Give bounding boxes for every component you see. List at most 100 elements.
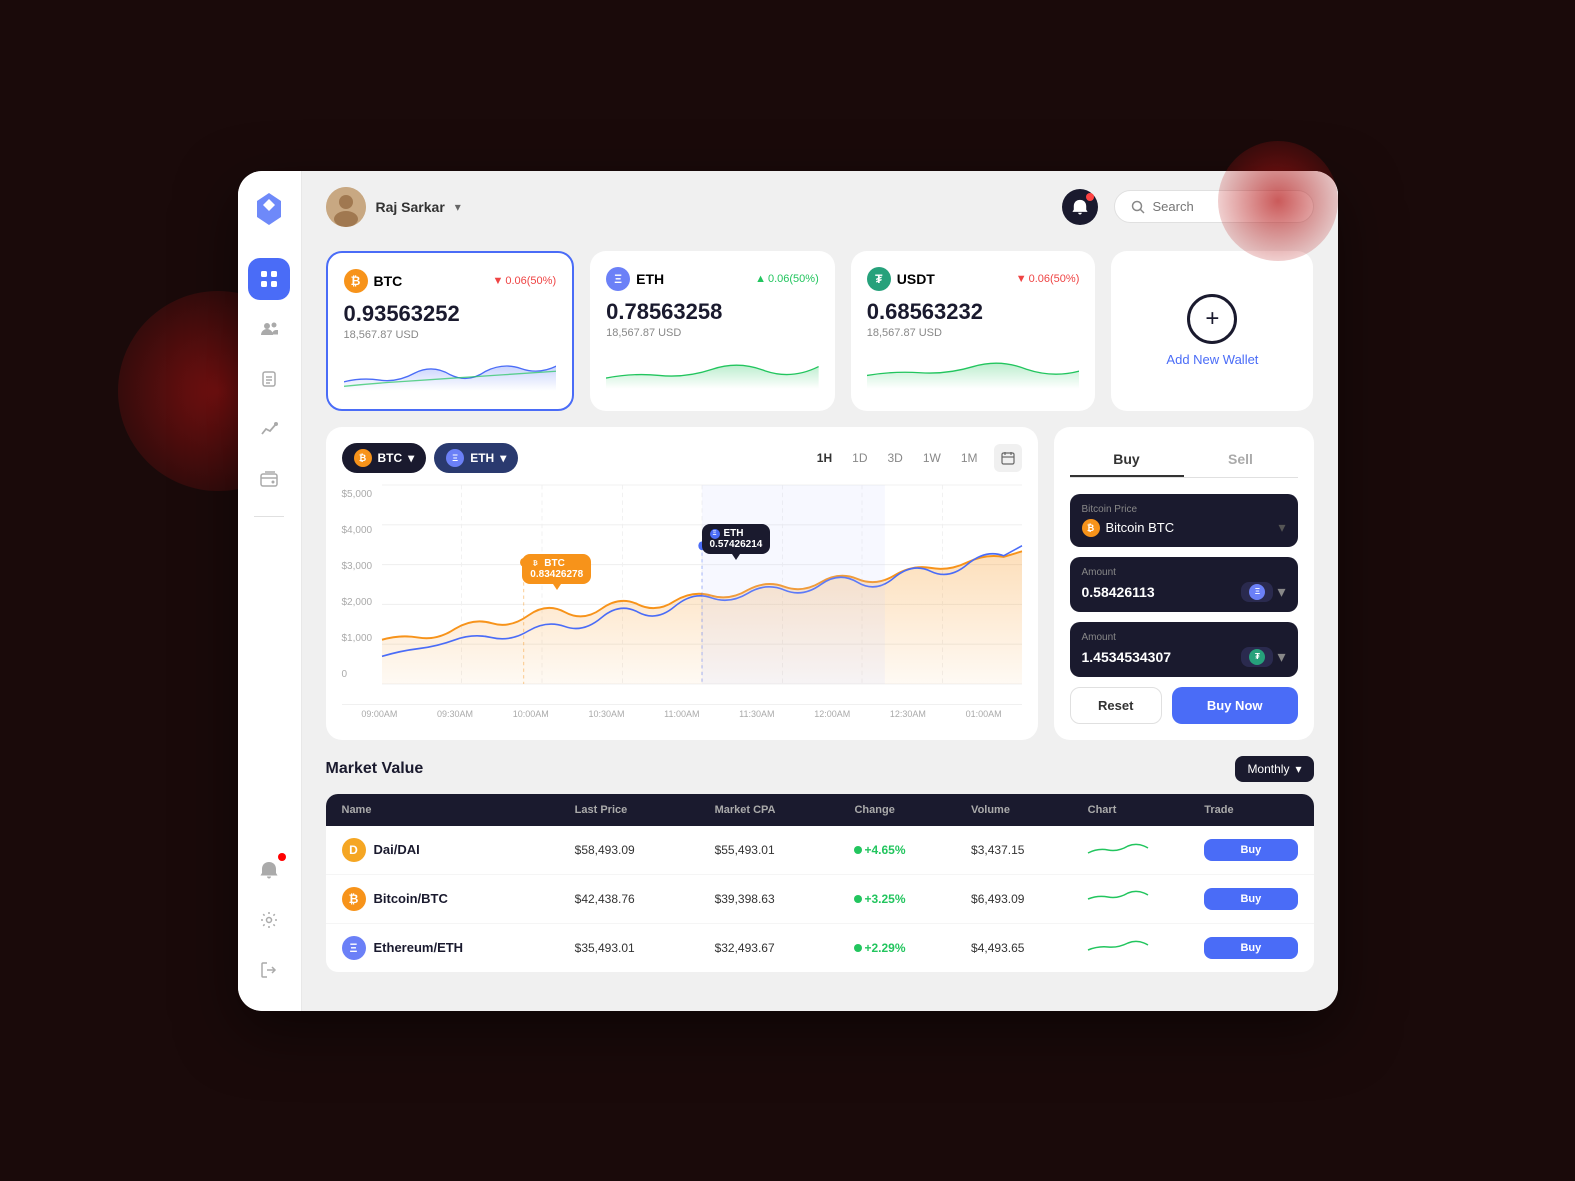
price-chart: $5,000 $4,000 $3,000 $2,000 $1,000 0 bbox=[342, 485, 1022, 705]
btc-icon: ₿ bbox=[344, 269, 368, 293]
btc-selector-icon: ₿ bbox=[354, 449, 372, 467]
header-right bbox=[1062, 189, 1314, 225]
dai-volume: $3,437.15 bbox=[971, 843, 1088, 857]
chart-buy-section: ₿ BTC ▾ Ξ ETH ▾ 1H 1D bbox=[302, 427, 1338, 756]
btc-usd: 18,567.87 USD bbox=[344, 329, 557, 341]
eth-icon: Ξ bbox=[606, 267, 630, 291]
eth-name: Ξ Ethereum/ETH bbox=[342, 936, 575, 960]
dropdown-arrow: ▾ bbox=[455, 200, 461, 214]
btc-coin-label: ₿ BTC bbox=[344, 269, 403, 293]
tab-buy[interactable]: Buy bbox=[1070, 443, 1184, 477]
eth-selector[interactable]: Ξ ETH ▾ bbox=[434, 443, 518, 473]
sidebar-item-analytics[interactable] bbox=[248, 408, 290, 450]
sidebar-bottom bbox=[248, 849, 290, 991]
wallet-card-eth[interactable]: Ξ ETH ▲ 0.06(50%) 0.78563258 18,567.87 U… bbox=[590, 251, 835, 411]
bitcoin-price-arrow: ▾ bbox=[1278, 519, 1285, 536]
bitcoin-price-text: ₿ Bitcoin BTC bbox=[1082, 519, 1175, 537]
amount2-label: Amount bbox=[1082, 632, 1286, 643]
time-3d[interactable]: 3D bbox=[883, 449, 906, 467]
notification-button[interactable] bbox=[1062, 189, 1098, 225]
dai-buy-button[interactable]: Buy bbox=[1204, 839, 1297, 861]
btc-table-icon: ₿ bbox=[342, 887, 366, 911]
eth-usd: 18,567.87 USD bbox=[606, 327, 819, 339]
header: Raj Sarkar ▾ bbox=[302, 171, 1338, 243]
amount1-coin-icon: Ξ bbox=[1249, 584, 1265, 600]
eth-change-badge: ▲ 0.06(50%) bbox=[755, 273, 819, 285]
sidebar-item-logout[interactable] bbox=[248, 949, 290, 991]
chart-panel: ₿ BTC ▾ Ξ ETH ▾ 1H 1D bbox=[326, 427, 1038, 740]
dai-change: +4.65% bbox=[854, 843, 971, 857]
buy-panel: Buy Sell Bitcoin Price ₿ Bitcoin BTC ▾ bbox=[1054, 427, 1314, 740]
time-1h[interactable]: 1H bbox=[813, 449, 836, 467]
eth-mini-chart bbox=[606, 351, 819, 391]
search-bar[interactable] bbox=[1114, 190, 1314, 223]
eth-tooltip: Ξ ETH 0.57426214 bbox=[702, 524, 771, 554]
search-input[interactable] bbox=[1153, 199, 1297, 214]
btc-volume: $6,493.09 bbox=[971, 892, 1088, 906]
calendar-button[interactable] bbox=[994, 444, 1022, 472]
time-1w[interactable]: 1W bbox=[919, 449, 945, 467]
amount1-coin-badge: Ξ bbox=[1241, 582, 1273, 602]
chart-selectors: ₿ BTC ▾ Ξ ETH ▾ bbox=[342, 443, 519, 473]
sidebar-item-dashboard[interactable] bbox=[248, 258, 290, 300]
time-1m[interactable]: 1M bbox=[957, 449, 982, 467]
btc-balance: 0.93563252 bbox=[344, 301, 557, 327]
btc-card-header: ₿ BTC ▼ 0.06(50%) bbox=[344, 269, 557, 293]
eth-card-header: Ξ ETH ▲ 0.06(50%) bbox=[606, 267, 819, 291]
sidebar-item-notifications[interactable] bbox=[248, 849, 290, 891]
amount2-coin-icon: ₮ bbox=[1249, 649, 1265, 665]
bitcoin-price-field[interactable]: Bitcoin Price ₿ Bitcoin BTC ▾ bbox=[1070, 494, 1298, 547]
reset-button[interactable]: Reset bbox=[1070, 687, 1162, 724]
amount2-row: 1.4534534307 ₮ ▾ bbox=[1082, 647, 1286, 667]
bitcoin-price-icon: ₿ bbox=[1082, 519, 1100, 537]
add-wallet-card[interactable]: + Add New Wallet bbox=[1111, 251, 1313, 411]
amount1-arrow: ▾ bbox=[1277, 582, 1285, 602]
time-filters: 1H 1D 3D 1W 1M bbox=[813, 444, 1022, 472]
buy-now-button[interactable]: Buy Now bbox=[1172, 687, 1298, 724]
wallet-card-btc[interactable]: ₿ BTC ▼ 0.06(50%) 0.93563252 18,567.87 U… bbox=[326, 251, 575, 411]
usdt-balance: 0.68563232 bbox=[867, 299, 1080, 325]
btc-change-badge: ▼ 0.06(50%) bbox=[492, 275, 556, 287]
eth-chart bbox=[1088, 936, 1205, 959]
amount2-coin-badge: ₮ bbox=[1241, 647, 1273, 667]
eth-volume: $4,493.65 bbox=[971, 941, 1088, 955]
add-wallet-button[interactable]: + bbox=[1187, 294, 1237, 344]
bitcoin-price-label: Bitcoin Price bbox=[1082, 504, 1286, 515]
eth-buy-button[interactable]: Buy bbox=[1204, 937, 1297, 959]
bitcoin-price-value-row: ₿ Bitcoin BTC ▾ bbox=[1082, 519, 1286, 537]
amount2-field[interactable]: Amount 1.4534534307 ₮ ▾ bbox=[1070, 622, 1298, 677]
market-title: Market Value bbox=[326, 760, 424, 778]
sidebar-item-settings[interactable] bbox=[248, 899, 290, 941]
eth-table-icon: Ξ bbox=[342, 936, 366, 960]
chart-controls: ₿ BTC ▾ Ξ ETH ▾ 1H 1D bbox=[342, 443, 1022, 473]
amount1-row: 0.58426113 Ξ ▾ bbox=[1082, 582, 1286, 602]
eth-balance: 0.78563258 bbox=[606, 299, 819, 325]
btc-tooltip: ₿ BTC 0.83426278 bbox=[522, 554, 591, 584]
tab-sell[interactable]: Sell bbox=[1184, 443, 1298, 477]
action-buttons: Reset Buy Now bbox=[1070, 687, 1298, 724]
sidebar-divider bbox=[254, 516, 284, 517]
amount1-label: Amount bbox=[1082, 567, 1286, 578]
btc-buy-button[interactable]: Buy bbox=[1204, 888, 1297, 910]
monthly-dropdown[interactable]: Monthly ▾ bbox=[1235, 756, 1313, 782]
sidebar-item-users[interactable] bbox=[248, 308, 290, 350]
sidebar-item-wallet[interactable] bbox=[248, 458, 290, 500]
wallet-card-usdt[interactable]: ₮ USDT ▼ 0.06(50%) 0.68563232 18,567.87 … bbox=[851, 251, 1096, 411]
time-1d[interactable]: 1D bbox=[848, 449, 871, 467]
dai-name: D Dai/DAI bbox=[342, 838, 575, 862]
usdt-mini-chart bbox=[867, 351, 1080, 391]
user-name: Raj Sarkar bbox=[376, 199, 445, 215]
table-row: D Dai/DAI $58,493.09 $55,493.01 +4.65% $… bbox=[326, 826, 1314, 875]
avatar bbox=[326, 187, 366, 227]
eth-coin-label: Ξ ETH bbox=[606, 267, 664, 291]
dai-icon: D bbox=[342, 838, 366, 862]
sidebar-item-documents[interactable] bbox=[248, 358, 290, 400]
eth-selector-icon: Ξ bbox=[446, 449, 464, 467]
usdt-icon: ₮ bbox=[867, 267, 891, 291]
app-logo bbox=[255, 191, 283, 234]
btc-mini-chart bbox=[344, 353, 557, 393]
btc-selector[interactable]: ₿ BTC ▾ bbox=[342, 443, 427, 473]
btc-chart bbox=[1088, 887, 1205, 910]
user-profile[interactable]: Raj Sarkar ▾ bbox=[326, 187, 461, 227]
amount1-field[interactable]: Amount 0.58426113 Ξ ▾ bbox=[1070, 557, 1298, 612]
